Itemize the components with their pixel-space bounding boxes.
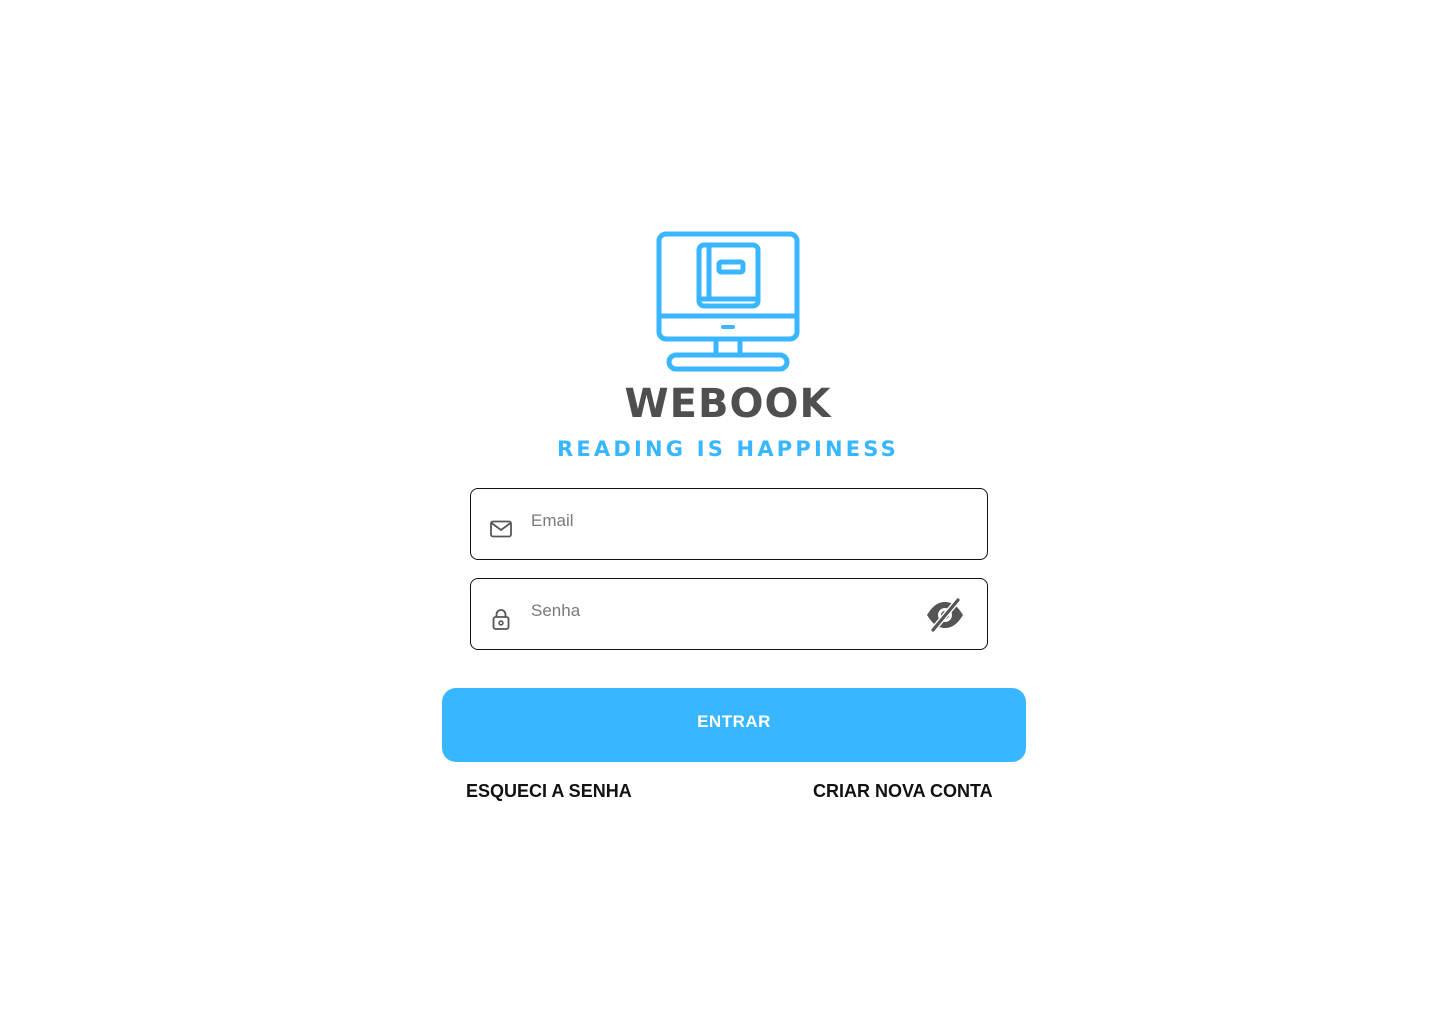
brand-name: WEBOOK bbox=[624, 381, 832, 427]
eye-off-icon[interactable] bbox=[925, 597, 965, 633]
monitor-book-icon bbox=[656, 231, 800, 372]
mail-icon bbox=[490, 520, 512, 538]
login-page: WEBOOK READING IS HAPPINESS ENTRAR ESQUE… bbox=[0, 0, 1440, 1024]
email-input[interactable] bbox=[531, 507, 911, 535]
email-field[interactable] bbox=[470, 488, 988, 560]
create-account-link[interactable]: CRIAR NOVA CONTA bbox=[813, 778, 993, 804]
lock-icon bbox=[492, 609, 510, 630]
forgot-password-link[interactable]: ESQUECI A SENHA bbox=[466, 778, 632, 804]
password-field[interactable] bbox=[470, 578, 988, 650]
brand-tagline: READING IS HAPPINESS bbox=[556, 437, 900, 461]
password-input[interactable] bbox=[531, 597, 911, 625]
login-button[interactable]: ENTRAR bbox=[442, 688, 1026, 762]
